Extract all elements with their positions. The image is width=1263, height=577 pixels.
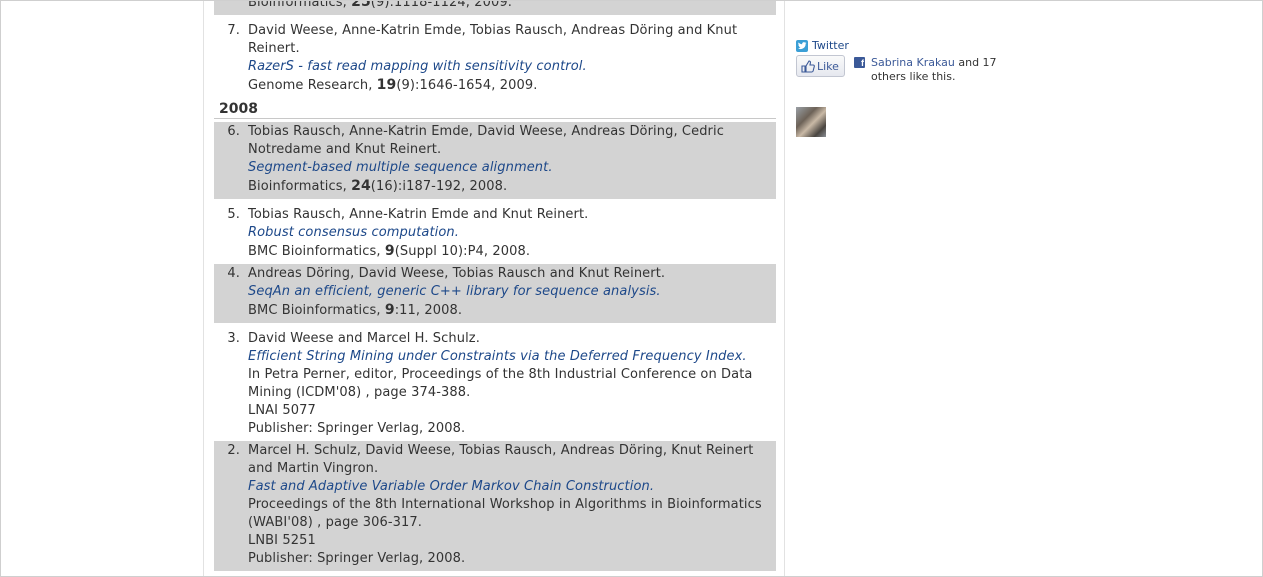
browser-viewport: Bioinformatics, 25(9):1118-1124, 2009. 7…	[0, 0, 1263, 577]
publication-item: Bioinformatics, 25(9):1118-1124, 2009.	[214, 0, 776, 15]
publication-title-link[interactable]: Segment-based multiple sequence alignmen…	[248, 159, 772, 177]
publication-item: 4. Andreas Döring, David Weese, Tobias R…	[214, 264, 776, 323]
publication-item: 7. David Weese, Anne-Katrin Emde, Tobias…	[214, 21, 776, 98]
publication-venue: In Petra Perner, editor, Proceedings of …	[248, 367, 753, 400]
publication-number: 4.	[227, 266, 240, 281]
facebook-like-widget: Like f Sabrina Krakau and 17 others like…	[796, 55, 997, 137]
publication-title-link[interactable]: Fast and Adaptive Variable Order Markov …	[248, 478, 772, 496]
facebook-like-button[interactable]: Like	[796, 55, 845, 77]
publication-title-link[interactable]: RazerS - fast read mapping with sensitiv…	[248, 58, 772, 76]
social-sidebar: Twitter Like f Sabrina Krakau and 17 oth…	[796, 38, 997, 137]
publication-item: 5. Tobias Rausch, Anne-Katrin Emde and K…	[214, 205, 776, 264]
publication-authors: Marcel H. Schulz, David Weese, Tobias Ra…	[248, 443, 754, 476]
like-user-link[interactable]: Sabrina Krakau	[871, 56, 955, 69]
facebook-icon: f	[854, 57, 865, 68]
publication-series: LNBI 5251	[248, 533, 316, 548]
publication-title-link[interactable]: SeqAn an efficient, generic C++ library …	[248, 283, 772, 301]
publication-number: 6.	[227, 124, 240, 139]
thumbs-up-icon	[801, 59, 815, 73]
twitter-icon	[796, 39, 808, 52]
twitter-share[interactable]: Twitter	[796, 38, 996, 53]
like-label: Like	[817, 59, 839, 73]
publication-number: 7.	[227, 23, 240, 38]
publication-title-link[interactable]: Robust consensus computation.	[248, 224, 772, 242]
publication-number: 5.	[227, 207, 240, 222]
publication-title-link[interactable]: Efficient String Mining under Constraint…	[248, 348, 772, 366]
publication-venue: BMC Bioinformatics, 9:11, 2008.	[248, 302, 463, 318]
publication-number: 3.	[227, 331, 240, 346]
publication-authors: Andreas Döring, David Weese, Tobias Raus…	[248, 266, 666, 281]
publication-venue: Bioinformatics, 24(16):i187-192, 2008.	[248, 178, 508, 194]
publication-venue: Bioinformatics, 25(9):1118-1124, 2009.	[248, 0, 512, 10]
publication-page: Bioinformatics, 25(9):1118-1124, 2009. 7…	[203, 0, 785, 576]
publication-venue: Genome Research, 19(9):1646-1654, 2009.	[248, 77, 538, 93]
publication-number: 2.	[227, 443, 240, 458]
publication-authors: David Weese and Marcel H. Schulz.	[248, 331, 480, 346]
twitter-link[interactable]: Twitter	[812, 39, 849, 52]
avatar[interactable]	[796, 107, 826, 137]
publication-series: LNAI 5077	[248, 403, 316, 418]
publication-publisher: Publisher: Springer Verlag, 2008.	[248, 551, 466, 566]
like-count-text: Sabrina Krakau and 17 others like this.	[871, 56, 1011, 84]
year-heading-2008: 2008	[214, 98, 776, 119]
publication-authors: Tobias Rausch, Anne-Katrin Emde and Knut…	[248, 207, 589, 222]
publication-item: 6. Tobias Rausch, Anne-Katrin Emde, Davi…	[214, 122, 776, 199]
publication-authors: Tobias Rausch, Anne-Katrin Emde, David W…	[248, 124, 724, 157]
publication-item: 3. David Weese and Marcel H. Schulz. Eff…	[214, 329, 776, 441]
publication-item: 2. Marcel H. Schulz, David Weese, Tobias…	[214, 441, 776, 571]
publication-list: Bioinformatics, 25(9):1118-1124, 2009. 7…	[214, 0, 776, 576]
publication-authors: David Weese, Anne-Katrin Emde, Tobias Ra…	[248, 23, 738, 56]
publication-venue: BMC Bioinformatics, 9(Suppl 10):P4, 2008…	[248, 243, 531, 259]
publication-publisher: Publisher: Springer Verlag, 2008.	[248, 421, 466, 436]
publication-venue: Proceedings of the 8th International Wor…	[248, 497, 762, 530]
